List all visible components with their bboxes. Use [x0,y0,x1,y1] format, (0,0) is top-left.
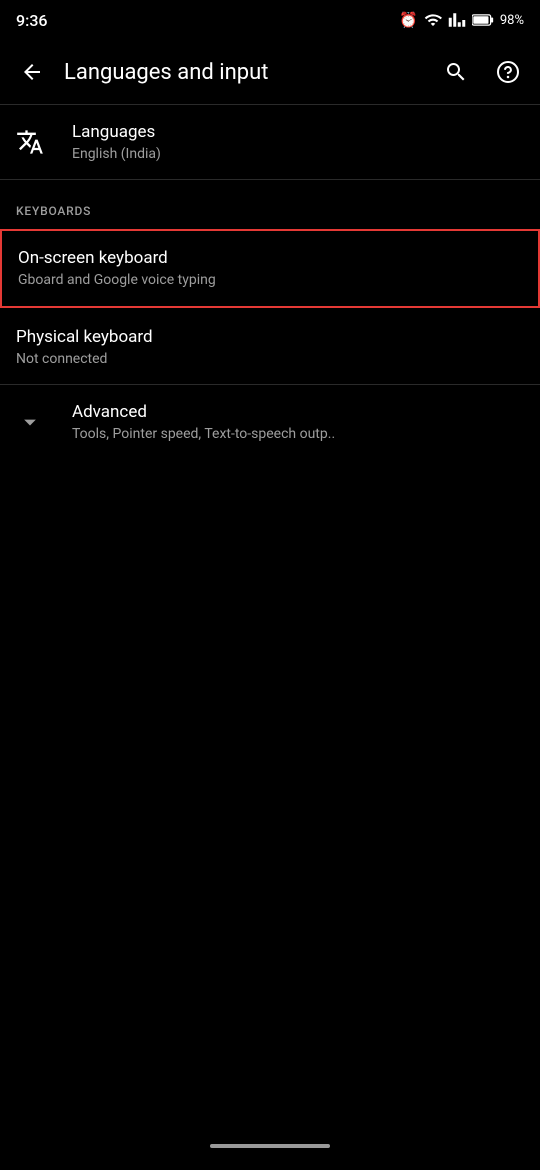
search-button[interactable] [432,48,480,96]
keyboards-header-text: KEYBOARDS [16,204,91,218]
status-time: 9:36 [16,11,48,30]
physical-keyboard-subtitle: Not connected [16,350,524,368]
advanced-item[interactable]: Advanced Tools, Pointer speed, Text-to-s… [0,385,540,459]
status-bar: 9:36 ⏰ 98% [0,0,540,40]
signal-icon [448,11,466,29]
advanced-subtitle: Tools, Pointer speed, Text-to-speech out… [72,425,524,443]
physical-keyboard-item[interactable]: Physical keyboard Not connected [0,310,540,384]
advanced-title: Advanced [72,401,524,423]
languages-title: Languages [72,121,524,143]
app-bar-actions [432,48,532,96]
home-indicator [210,1144,330,1148]
advanced-icon-container [16,408,72,436]
search-icon [444,60,468,84]
advanced-text: Advanced Tools, Pointer speed, Text-to-s… [72,401,524,443]
languages-icon-container [16,128,72,156]
nav-bar [0,1122,540,1170]
chevron-down-icon [16,408,44,436]
help-icon [496,60,520,84]
app-bar: Languages and input [0,40,540,104]
wifi-icon [424,11,442,29]
back-icon [20,60,44,84]
alarm-icon: ⏰ [399,11,418,29]
on-screen-keyboard-item[interactable]: On-screen keyboard Gboard and Google voi… [0,229,540,307]
languages-item[interactable]: Languages English (India) [0,105,540,179]
keyboards-section-header: KEYBOARDS [0,180,540,227]
on-screen-keyboard-title: On-screen keyboard [18,247,522,269]
on-screen-keyboard-text: On-screen keyboard Gboard and Google voi… [18,247,522,289]
battery-percentage: 98% [500,13,524,28]
battery-icon [472,13,494,27]
translate-icon [16,128,44,156]
page-title: Languages and input [64,60,424,85]
languages-text: Languages English (India) [72,121,524,163]
status-icons: ⏰ 98% [399,11,524,29]
languages-subtitle: English (India) [72,145,524,163]
on-screen-keyboard-subtitle: Gboard and Google voice typing [18,271,522,289]
physical-keyboard-text: Physical keyboard Not connected [16,326,524,368]
help-button[interactable] [484,48,532,96]
physical-keyboard-title: Physical keyboard [16,326,524,348]
back-button[interactable] [8,48,56,96]
